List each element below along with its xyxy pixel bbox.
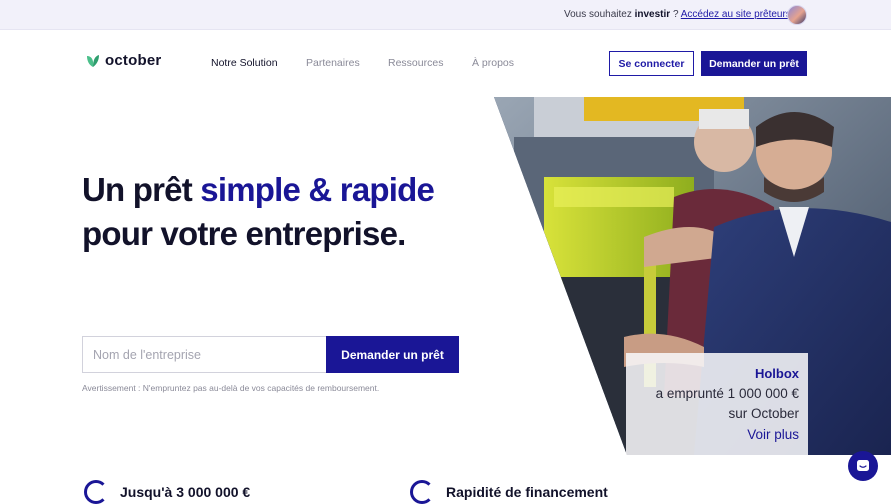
hero-title-part1: Un prêt <box>82 171 201 208</box>
hero-title-accent: simple & rapide <box>200 171 435 208</box>
topbar-prefix-bold: investir <box>634 9 671 20</box>
leaf-logo-icon <box>87 54 99 67</box>
testimonial-company: Holbox <box>754 366 799 381</box>
testimonial-card: Holbox a emprunté 1 000 000 € sur Octobe… <box>626 353 808 455</box>
topbar-suffix: ? <box>670 9 681 20</box>
request-loan-hero-button[interactable]: Demander un prêt <box>326 336 459 373</box>
avatar[interactable] <box>787 5 807 25</box>
chat-button[interactable] <box>848 451 878 481</box>
brand-name: october <box>105 52 162 69</box>
testimonial-platform: sur October <box>728 406 799 421</box>
see-more-link[interactable]: Voir plus <box>747 427 799 442</box>
feature-label: Jusqu'à 3 000 000 € <box>120 484 251 500</box>
feature-item: Rapidité de financement <box>410 480 608 504</box>
feature-item: Jusqu'à 3 000 000 € <box>84 480 250 504</box>
hero-title: Un prêt simple & rapide pour votre entre… <box>82 168 435 256</box>
request-loan-nav-button[interactable]: Demander un prêt <box>701 51 807 76</box>
check-circle-icon <box>84 480 108 504</box>
feature-label: Rapidité de financement <box>446 484 608 500</box>
topbar-prefix: Vous souhaitez <box>564 9 635 20</box>
check-circle-icon <box>410 480 434 504</box>
lender-site-link[interactable]: Accédez au site prêteurs <box>681 9 791 20</box>
logo[interactable]: october <box>86 52 161 69</box>
chat-icon <box>857 460 869 471</box>
nav-item-notre-solution[interactable]: Notre Solution <box>211 57 278 69</box>
nav-item-partenaires[interactable]: Partenaires <box>306 57 360 69</box>
company-name-input[interactable] <box>82 336 326 373</box>
login-button[interactable]: Se connecter <box>609 51 694 76</box>
testimonial-amount: a emprunté 1 000 000 € <box>655 386 799 401</box>
topbar-message: Vous souhaitez investir ? Accédez au sit… <box>564 9 791 20</box>
disclaimer-text: Avertissement : N'empruntez pas au-delà … <box>82 383 380 393</box>
nav-item-a-propos[interactable]: À propos <box>472 57 514 69</box>
hero-title-part2: pour votre entreprise. <box>82 215 406 252</box>
nav-item-ressources[interactable]: Ressources <box>388 57 443 69</box>
top-announcement-bar: Vous souhaitez investir ? Accédez au sit… <box>0 0 891 30</box>
